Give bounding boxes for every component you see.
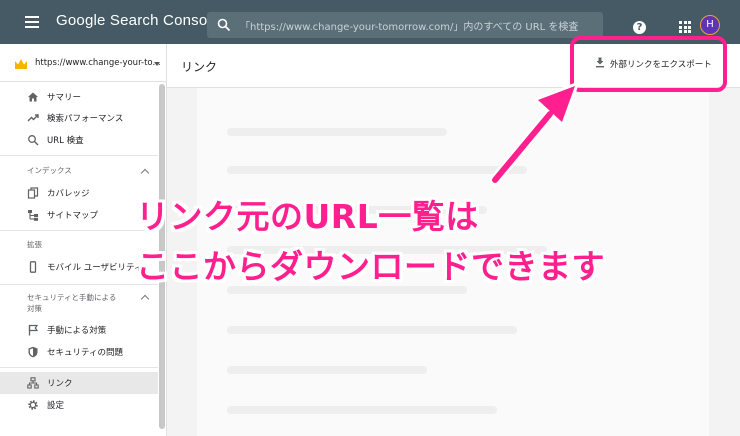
page-title: リンク [181, 60, 218, 74]
crown-icon [15, 59, 27, 69]
sidebar-item-label: サマリー [47, 93, 82, 103]
blurred-row [227, 326, 517, 334]
sidebar-item-links[interactable]: リンク [0, 372, 158, 394]
section-heading-index: インデックス [27, 166, 72, 175]
shield-icon [28, 346, 38, 358]
flag-icon [28, 324, 39, 336]
smartphone-icon [29, 261, 37, 273]
blurred-row [227, 406, 497, 414]
sidebar-item-label: カバレッジ [47, 189, 90, 199]
sidebar-item-label: URL 検査 [47, 136, 84, 146]
chevron-up-icon[interactable] [140, 168, 150, 178]
search-icon [217, 18, 231, 32]
gear-icon [28, 400, 38, 410]
sidebar-item-coverage[interactable]: カバレッジ [0, 182, 158, 204]
blurred-row [227, 128, 447, 136]
menu-icon[interactable] [25, 16, 39, 28]
help-icon[interactable]: ? [633, 21, 646, 34]
annotation-line-1: リンク元のURL一覧は [136, 197, 479, 236]
sidebar-item-summary[interactable]: サマリー [0, 86, 158, 108]
search-placeholder[interactable]: 「https://www.change-your-tomorrow.com/」内… [240, 18, 578, 33]
sidebar-item-label: セキュリティの問題 [47, 348, 123, 358]
search-icon [28, 135, 39, 146]
property-url: https://www.change-your-to... [35, 58, 161, 68]
sidebar-item-url-inspection[interactable]: URL 検査 [0, 129, 158, 151]
url-inspection-search[interactable]: 「https://www.change-your-tomorrow.com/」内… [207, 12, 603, 38]
apps-grid-icon[interactable] [679, 21, 691, 33]
sidebar-item-manual-actions[interactable]: 手動による対策 [0, 319, 158, 341]
sidebar-item-label: モバイル ユーザビリティ [47, 263, 143, 273]
sidebar-item-settings[interactable]: 設定 [0, 394, 158, 416]
trending-up-icon [27, 114, 39, 122]
link-tree-icon [27, 377, 39, 389]
blurred-row [227, 166, 527, 174]
sitemap-icon [28, 210, 38, 221]
sidebar-item-security-issues[interactable]: セキュリティの問題 [0, 341, 158, 363]
export-button-label: 外部リンクをエクスポート [610, 60, 712, 70]
chevron-up-icon[interactable] [140, 294, 150, 304]
section-heading-security-line2: 対策 [27, 304, 42, 313]
chevron-down-icon [154, 62, 160, 66]
section-heading-enhancements: 拡張 [27, 240, 42, 249]
divider [0, 284, 158, 285]
sidebar-item-performance[interactable]: 検索パフォーマンス [0, 107, 158, 129]
download-icon [596, 57, 604, 68]
sidebar-item-label: 手動による対策 [47, 326, 107, 336]
sidebar-item-label: リンク [47, 379, 73, 389]
annotation-line-2: ここからダウンロードできます [136, 247, 605, 286]
divider [0, 367, 158, 368]
avatar[interactable]: H [700, 15, 720, 35]
sidebar-item-sitemaps[interactable]: サイトマップ [0, 204, 158, 226]
export-external-links-button[interactable]: 外部リンクをエクスポート [581, 48, 718, 78]
home-icon [28, 92, 38, 102]
sidebar-item-label: サイトマップ [47, 211, 99, 221]
sidebar-item-label: 設定 [47, 401, 65, 411]
copy-pages-icon [27, 187, 39, 199]
blurred-row [227, 366, 427, 374]
sidebar-item-mobile-usability[interactable]: モバイル ユーザビリティ [0, 256, 158, 278]
sidebar-item-label: 検索パフォーマンス [47, 114, 124, 124]
app-header: Google Search Console 「https://www.chang… [0, 0, 740, 44]
app-title[interactable]: Google Search Console [56, 12, 219, 29]
divider [0, 155, 158, 156]
divider [0, 230, 158, 231]
property-selector[interactable]: https://www.change-your-to... [0, 44, 167, 82]
section-heading-security-line1: セキュリティと手動による [27, 293, 117, 302]
